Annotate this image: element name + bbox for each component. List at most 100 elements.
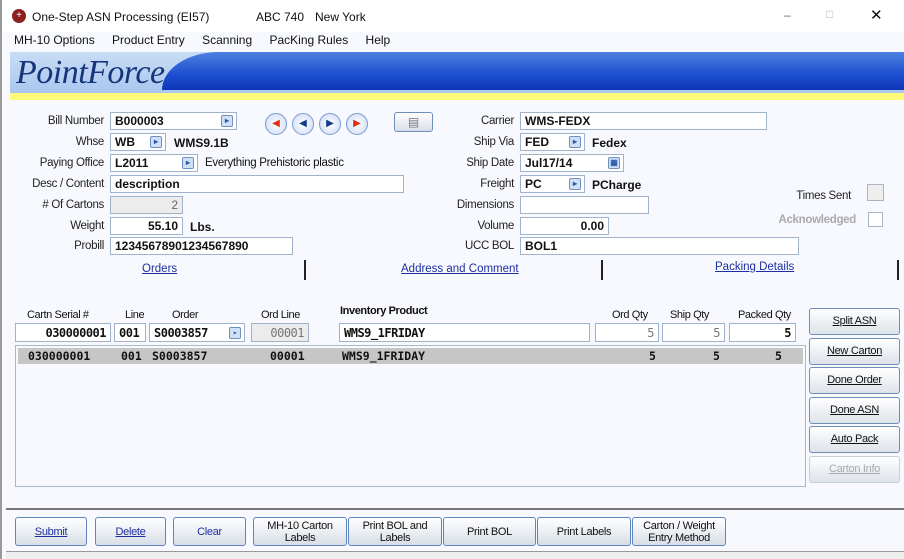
paying-office-field[interactable]: L2011 ▸ [110, 154, 198, 172]
print-labels-button[interactable]: Print Labels [537, 517, 631, 546]
bill-number-label: Bill Number [47, 115, 104, 127]
carrier-label: Carrier [480, 115, 514, 127]
col-ship-qty: Ship Qty [670, 309, 709, 321]
clear-button[interactable]: Clear [173, 517, 246, 546]
location: New York [315, 10, 366, 24]
mh10-carton-labels-button[interactable]: MH-10 Carton Labels [253, 517, 347, 546]
weight-field[interactable]: 55.10 [110, 217, 183, 235]
ship-via-field[interactable]: FED ▸ [520, 133, 585, 151]
carrier-field[interactable]: WMS-FEDX [520, 112, 767, 130]
row-packed-qty: 5 [775, 349, 782, 363]
auto-pack-button[interactable]: Auto Pack [809, 426, 900, 453]
col-line: Line [125, 309, 145, 321]
tab-divider [601, 260, 603, 280]
weight-unit: Lbs. [190, 220, 215, 234]
product-input[interactable]: WMS9_1FRIDAY [339, 323, 590, 342]
order-value: S0003857 [154, 326, 208, 340]
previous-record-icon[interactable]: ◀ [292, 113, 314, 135]
volume-label: Volume [477, 220, 514, 232]
submit-button[interactable]: Submit [15, 517, 87, 546]
company: ABC 740 [256, 10, 305, 24]
row-product: WMS9_1FRIDAY [342, 349, 426, 363]
carton-lines-list[interactable] [15, 345, 806, 487]
row-serial: 030000001 [28, 349, 91, 363]
calendar-icon[interactable]: ▦ [608, 157, 620, 169]
ship-via-value: FED [525, 135, 549, 149]
pointforce-logo: PointForce [16, 54, 165, 91]
minimize-button[interactable]: – [784, 8, 791, 22]
paying-office-value: L2011 [115, 156, 149, 170]
menu-scanning[interactable]: Scanning [202, 33, 252, 47]
dimensions-field[interactable] [520, 196, 649, 214]
calculator-icon: ▤ [407, 115, 420, 129]
last-record-icon[interactable]: ▶ [346, 113, 368, 135]
ship-date-field[interactable]: Jul17/14 ▦ [520, 154, 624, 172]
bill-number-value: B000003 [115, 114, 164, 128]
lookup-icon[interactable]: ▸ [229, 327, 241, 339]
divider [6, 508, 904, 510]
packed-qty-input[interactable]: 5 [729, 323, 796, 342]
menu-product-entry[interactable]: Product Entry [112, 33, 185, 47]
ship-via-label: Ship Via [473, 136, 515, 148]
whse-label: Whse [75, 136, 105, 148]
dimensions-label: Dimensions [456, 199, 514, 211]
window: + One-Step ASN Processing (EI57) ABC 740… [0, 0, 904, 559]
col-inventory-product: Inventory Product [340, 305, 428, 317]
row-ord-qty: 5 [649, 349, 656, 363]
done-order-button[interactable]: Done Order [809, 367, 900, 394]
app-icon: + [12, 9, 26, 23]
whse-field[interactable]: WB ▸ [110, 133, 166, 151]
status-bar [6, 551, 904, 559]
freight-field[interactable]: PC ▸ [520, 175, 585, 193]
lookup-icon[interactable]: ▸ [221, 115, 233, 127]
weight-label: Weight [70, 220, 104, 232]
ucc-bol-field[interactable]: BOL1 [520, 237, 799, 255]
menu-bar: MH-10 Options Product Entry Scanning Pac… [14, 33, 404, 47]
carton-info-button[interactable]: Carton Info [809, 456, 900, 483]
lookup-icon[interactable]: ▸ [569, 178, 581, 190]
carton-serial-input[interactable]: 030000001 [15, 323, 111, 342]
lookup-icon[interactable]: ▸ [150, 136, 162, 148]
first-record-icon[interactable]: ◀ [265, 113, 287, 135]
next-record-icon[interactable]: ▶ [319, 113, 341, 135]
carton-weight-entry-method-button[interactable]: Carton / Weight Entry Method [632, 517, 726, 546]
times-sent-label: Times Sent [796, 190, 851, 202]
split-asn-button[interactable]: Split ASN [809, 308, 900, 335]
ucc-bol-label: UCC BOL [464, 240, 514, 252]
delete-button[interactable]: Delete [95, 517, 166, 546]
new-carton-button[interactable]: New Carton [809, 338, 900, 365]
freight-value: PC [525, 177, 542, 191]
desc-content-field[interactable]: description [110, 175, 404, 193]
tab-address-and-comment[interactable]: Address and Comment [401, 263, 519, 275]
menu-help[interactable]: Help [366, 33, 391, 47]
tab-orders[interactable]: Orders [142, 263, 177, 275]
lookup-icon[interactable]: ▸ [569, 136, 581, 148]
maximize-button[interactable]: □ [826, 7, 833, 21]
close-button[interactable]: ✕ [870, 6, 883, 24]
print-bol-and-labels-button[interactable]: Print BOL and Labels [348, 517, 442, 546]
volume-field[interactable]: 0.00 [520, 217, 609, 235]
ship-date-value: Jul17/14 [525, 156, 573, 170]
print-bol-button[interactable]: Print BOL [443, 517, 536, 546]
line-input[interactable]: 001 [114, 323, 146, 342]
col-order: Order [172, 309, 199, 321]
tab-divider [304, 260, 306, 280]
paying-office-desc: Everything Prehistoric plastic [205, 157, 344, 169]
lookup-icon[interactable]: ▸ [182, 157, 194, 169]
whse-desc: WMS9.1B [174, 136, 229, 150]
menu-mh10-options[interactable]: MH-10 Options [14, 33, 95, 47]
probill-field[interactable]: 12345678901234567890 [110, 237, 293, 255]
freight-label: Freight [480, 178, 514, 190]
row-line: 001 [121, 349, 142, 363]
tab-packing-details[interactable]: Packing Details [715, 261, 794, 273]
row-ord-line: 00001 [270, 349, 305, 363]
done-asn-button[interactable]: Done ASN [809, 397, 900, 424]
freight-desc: PCharge [592, 178, 642, 192]
col-ord-qty: Ord Qty [612, 309, 648, 321]
menu-packing-rules[interactable]: PacKing Rules [269, 33, 348, 47]
order-input[interactable]: S0003857 ▸ [149, 323, 245, 342]
bill-number-field[interactable]: B000003 ▸ [110, 112, 237, 130]
acknowledged-checkbox[interactable] [868, 212, 883, 227]
cartons-field: 2 [110, 196, 183, 214]
times-sent-field [867, 184, 884, 201]
